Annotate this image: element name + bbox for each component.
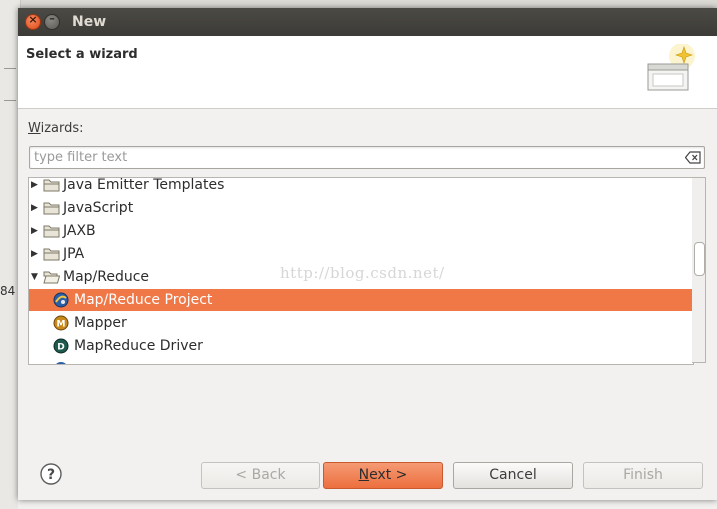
wizards-label: Wizards: [28, 121, 84, 136]
folder-icon [43, 248, 60, 261]
scrollbar-thumb[interactable] [694, 242, 705, 276]
svg-text:M: M [57, 320, 66, 330]
tree-item-jpa[interactable]: ▶ JPA [29, 243, 693, 265]
header-title: Select a wizard [26, 47, 138, 62]
tree-item-jaxb[interactable]: ▶ JAXB [29, 220, 693, 242]
background-bottom [18, 500, 717, 509]
background-divider [4, 68, 16, 69]
title-bar[interactable]: × – New [18, 8, 717, 36]
wizards-label-mnemonic: W [28, 121, 41, 136]
tree-item-label: Map/Reduce [63, 269, 150, 285]
tree-item-map-reduce-project[interactable]: Map/Reduce Project [29, 289, 693, 311]
new-wizard-dialog: × – New Select a wizard Wizards: ▶ Java … [18, 8, 717, 500]
mapper-icon: M [53, 315, 69, 331]
minimize-window-button[interactable]: – [44, 12, 60, 30]
watermark-text: http://blog.csdn.net/ [280, 264, 445, 282]
back-button[interactable]: < Back [201, 462, 320, 489]
filter-field[interactable] [29, 146, 705, 169]
tree-item-partially-visible[interactable] [29, 358, 693, 364]
tree-item-javascript[interactable]: ▶ JavaScript [29, 197, 693, 219]
tree-item-label: Map/Reduce Project [74, 292, 213, 308]
tree-item-mapper[interactable]: M Mapper [29, 312, 693, 334]
next-button[interactable]: Next > [323, 462, 443, 489]
expand-arrow-icon[interactable]: ▶ [31, 197, 41, 219]
mapreduce-project-icon [53, 292, 69, 308]
close-window-button[interactable]: × [25, 13, 41, 30]
collapse-arrow-icon[interactable]: ▼ [31, 266, 41, 288]
svg-text:D: D [57, 343, 64, 353]
tree-item-java-emitter-templates[interactable]: ▶ Java Emitter Templates [29, 177, 693, 196]
clear-filter-icon[interactable] [685, 151, 701, 164]
wizards-label-text: izards: [40, 121, 84, 136]
minimize-icon: – [49, 12, 55, 25]
dialog-title: New [72, 14, 107, 30]
next-mnemonic: N [358, 467, 370, 483]
folder-icon [43, 179, 60, 192]
tree-item-label: JavaScript [63, 200, 134, 216]
tree-item-label: Java Emitter Templates [63, 177, 225, 193]
folder-icon [43, 202, 60, 215]
tree-item-mapreduce-driver[interactable]: D MapReduce Driver [29, 335, 693, 357]
close-icon: × [28, 13, 38, 26]
cancel-button[interactable]: Cancel [453, 462, 573, 489]
tree-item-label: JAXB [63, 223, 96, 239]
help-icon[interactable]: ? [40, 463, 62, 485]
finish-button[interactable]: Finish [583, 462, 703, 489]
folder-icon [43, 225, 60, 238]
driver-icon: D [53, 338, 69, 354]
tree-item-label: JPA [63, 246, 85, 262]
wizard-header: Select a wizard [18, 36, 717, 109]
tree-item-label: Mapper [74, 315, 127, 331]
open-folder-icon [43, 271, 60, 284]
filter-input[interactable] [34, 149, 674, 166]
expand-arrow-icon[interactable]: ▶ [31, 243, 41, 265]
svg-text:?: ? [47, 467, 55, 483]
expand-arrow-icon[interactable]: ▶ [31, 220, 41, 242]
wizard-item-icon [56, 362, 66, 364]
new-wizard-banner-icon [647, 44, 695, 91]
next-label: ext > [369, 467, 408, 483]
expand-arrow-icon[interactable]: ▶ [31, 178, 41, 196]
tree-scrollbar[interactable] [692, 177, 706, 363]
background-divider [4, 100, 16, 101]
tree-item-label: MapReduce Driver [74, 338, 203, 354]
